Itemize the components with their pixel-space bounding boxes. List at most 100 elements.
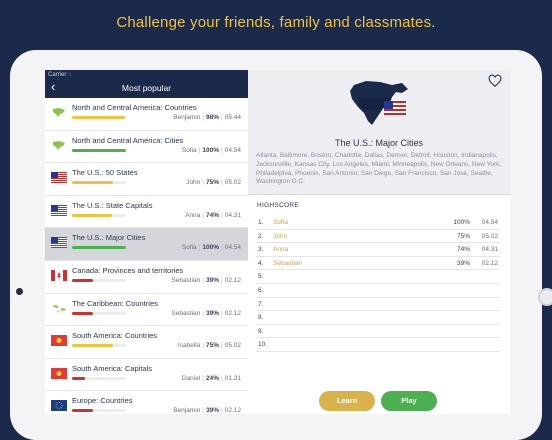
separator: | bbox=[221, 276, 223, 284]
rank-number: 6. bbox=[258, 286, 264, 294]
score-percent: 98% bbox=[206, 114, 220, 121]
score-percent: 39% bbox=[206, 407, 220, 414]
highscore-row: 9. bbox=[256, 325, 500, 339]
score-meta: Sofia | 100% | 04.54 bbox=[182, 244, 241, 251]
highscore-row: 1. Sofia 100% 04.54 bbox=[256, 216, 500, 230]
progress-bar-fill bbox=[72, 148, 126, 152]
list-item[interactable]: The U.S.: Major Cities Sofia | 100% | 04.54 bbox=[45, 228, 248, 261]
highscore-label: HIGHSCORE bbox=[257, 202, 300, 209]
score-time: 01.31 bbox=[224, 374, 241, 382]
north-america-map-icon bbox=[53, 140, 65, 150]
score-percent: 39% bbox=[456, 259, 470, 267]
play-button[interactable]: Play bbox=[381, 391, 437, 411]
carrier-label: Carrier bbox=[48, 72, 67, 78]
list-item[interactable]: North and Central America: Countries Benj… bbox=[45, 98, 248, 131]
south-america-flag-icon bbox=[51, 367, 67, 379]
progress-bar bbox=[72, 376, 126, 380]
score-meta: Sebastian | 39% | 02.12 bbox=[171, 310, 241, 317]
separator: | bbox=[221, 114, 223, 121]
quiz-name: South America: Capitals bbox=[72, 363, 153, 373]
score-time: 05.02 bbox=[224, 179, 241, 187]
sidebar-title: Most popular bbox=[121, 83, 172, 93]
progress-bar bbox=[72, 148, 126, 152]
highscore-table: 1. Sofia 100% 04.54 2. John 75% 05.02 3. Anna 74% 0… bbox=[256, 216, 500, 352]
detail-header: The U.S.: Major Cities Atlanta, Baltimor… bbox=[248, 70, 510, 195]
list-item[interactable]: The U.S.: 50 States John | 75% | 05.02 bbox=[45, 163, 248, 196]
progress-bar bbox=[72, 311, 126, 315]
highscore-row: 7. bbox=[256, 298, 500, 312]
separator: | bbox=[202, 114, 204, 121]
score-percent: 24% bbox=[206, 374, 220, 382]
score-percent: 74% bbox=[456, 246, 470, 254]
progress-bar-fill bbox=[72, 278, 94, 282]
caribbean-map-icon bbox=[52, 304, 66, 313]
rank-number: 5. bbox=[258, 273, 264, 281]
separator: | bbox=[221, 342, 223, 350]
us-flag-icon bbox=[51, 172, 67, 184]
list-item[interactable]: The Caribbean: Countries Sebastian | 39% | 02… bbox=[45, 294, 248, 327]
progress-bar-fill bbox=[72, 344, 113, 348]
rank-number: 10. bbox=[258, 341, 268, 349]
heart-icon[interactable] bbox=[488, 74, 502, 88]
score-time: 04.54 bbox=[481, 219, 498, 226]
rank-number: 7. bbox=[258, 300, 264, 308]
quiz-name: North and Central America: Countries bbox=[72, 103, 197, 112]
sidebar: Carrier ◌ ‹ Most popular North and Centr… bbox=[45, 70, 249, 414]
highscore-row: 5. bbox=[256, 270, 500, 284]
progress-bar-fill bbox=[72, 181, 113, 185]
separator: | bbox=[202, 374, 204, 382]
north-america-map-icon bbox=[53, 108, 65, 117]
separator: | bbox=[221, 211, 223, 219]
score-time: 02.12 bbox=[224, 407, 241, 414]
progress-bar bbox=[72, 116, 126, 119]
separator: | bbox=[202, 211, 204, 219]
list-item[interactable]: South America: Countries Isabella | 75% | 05.… bbox=[45, 326, 248, 359]
list-item[interactable]: South America: Capitals Daniel | 24% | 01.31 bbox=[45, 359, 248, 392]
score-percent: 75% bbox=[206, 179, 220, 187]
separator: | bbox=[221, 179, 223, 187]
list-item[interactable]: North and Central America: Cities Sofia | 1… bbox=[45, 131, 248, 164]
player-name: Sebastian bbox=[171, 276, 201, 284]
score-meta: John | 75% | 05.02 bbox=[186, 179, 241, 186]
player-name: Sebastian bbox=[171, 309, 201, 317]
progress-bar bbox=[72, 344, 126, 348]
player-name: Daniel bbox=[181, 374, 201, 382]
quiz-name: The U.S.: State Capitals bbox=[72, 200, 153, 210]
score-meta: Sebastian | 39% | 02.12 bbox=[171, 277, 241, 284]
separator: | bbox=[221, 407, 223, 414]
score-time: 02.12 bbox=[224, 309, 241, 317]
progress-bar bbox=[72, 246, 126, 250]
player-name: Sofia bbox=[181, 244, 197, 252]
learn-button[interactable]: Learn bbox=[319, 391, 375, 411]
highscore-row: 4. Sebastian 39% 02.12 bbox=[256, 257, 500, 271]
separator: | bbox=[202, 342, 204, 350]
progress-bar-fill bbox=[72, 246, 126, 250]
eu-flag-icon bbox=[51, 400, 67, 412]
score-meta: Anna | 74% | 04.31 bbox=[185, 212, 241, 219]
player-name: Sofia bbox=[273, 219, 288, 226]
rank-number: 4. bbox=[258, 259, 264, 267]
score-percent: 75% bbox=[206, 342, 220, 350]
player-name: John bbox=[273, 232, 288, 240]
home-button[interactable] bbox=[538, 288, 552, 306]
highscore-row: 6. bbox=[256, 284, 500, 298]
north-america-map-icon bbox=[350, 81, 408, 125]
score-meta: Sofia | 100% | 04.54 bbox=[182, 147, 241, 154]
us-flag-icon bbox=[51, 237, 67, 249]
separator: | bbox=[202, 179, 204, 187]
detail-title: The U.S.: Major Cities bbox=[334, 138, 424, 148]
score-time: 04.54 bbox=[224, 146, 241, 154]
quiz-name: Europe: Countries bbox=[72, 396, 133, 406]
detail-description: Atlanta, Baltimore, Boston, Charlotte, D… bbox=[256, 152, 502, 186]
separator: | bbox=[198, 146, 201, 154]
player-name: John bbox=[186, 179, 201, 187]
quiz-list: North and Central America: Countries Benj… bbox=[45, 98, 248, 414]
score-time: 04.54 bbox=[224, 244, 241, 252]
list-item[interactable]: The U.S.: State Capitals Anna | 74% | 04.31 bbox=[45, 196, 248, 229]
score-percent: 100% bbox=[453, 219, 470, 226]
score-percent: 100% bbox=[202, 146, 220, 154]
score-time: 05.44 bbox=[224, 114, 241, 121]
list-item[interactable]: Europe: Countries Benjamin | 39% | 02.12 bbox=[45, 391, 248, 414]
list-item[interactable]: Canada: Provinces and territories Sebasti… bbox=[45, 261, 248, 294]
player-name: Isabella bbox=[177, 342, 201, 350]
